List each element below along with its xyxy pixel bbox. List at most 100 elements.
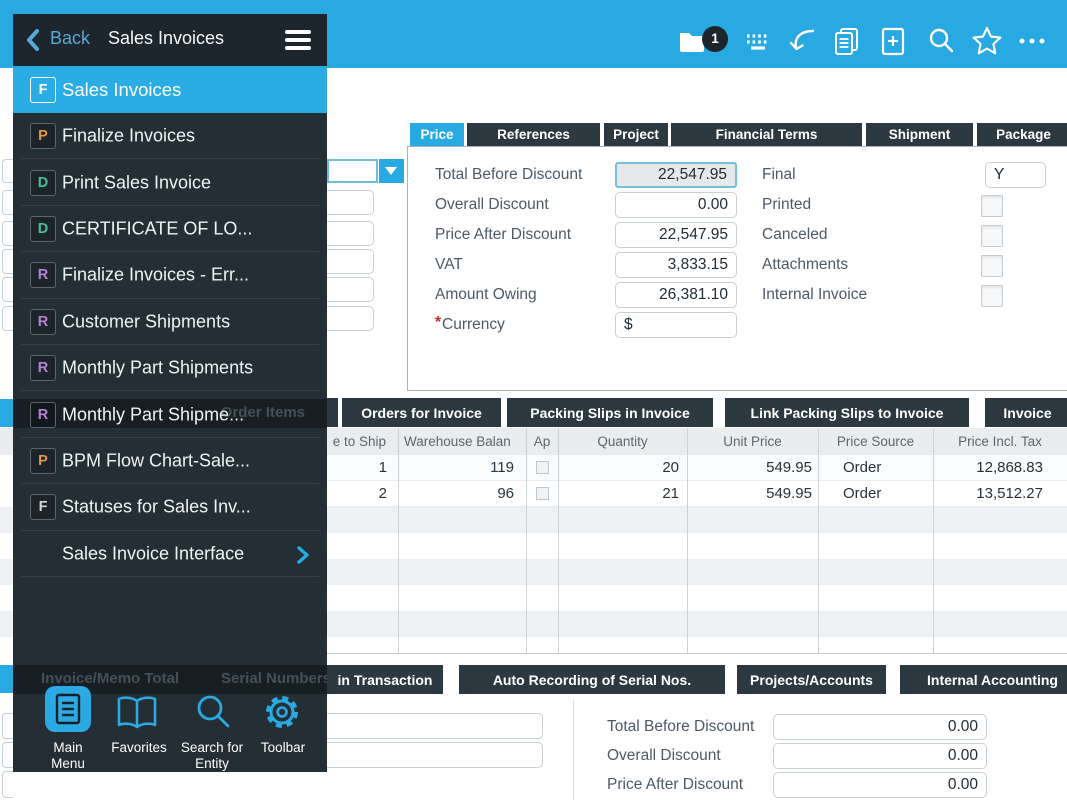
- cell: [526, 455, 558, 480]
- tab-shipment[interactable]: Shipment: [866, 123, 973, 146]
- menu-item-finalize-invoices[interactable]: PFinalize Invoices: [13, 113, 327, 159]
- flag-label: Internal Invoice: [762, 282, 867, 308]
- tab-projects-accounts[interactable]: Projects/Accounts: [737, 665, 886, 694]
- entity-type-badge: R: [30, 262, 56, 288]
- open-book-icon[interactable]: [116, 696, 158, 730]
- menu-item-active[interactable]: F Sales Invoices: [13, 68, 327, 113]
- field-label: Overall Discount: [607, 743, 721, 769]
- magnifier-icon[interactable]: [193, 692, 233, 732]
- field-input-price-after-discount[interactable]: 22,547.95: [615, 222, 737, 248]
- app-root: { "topbar": { "back_label": "Back", "tit…: [0, 0, 1067, 800]
- dock-label-main-menu[interactable]: Main Menu: [38, 740, 98, 772]
- checkbox-internal-invoice[interactable]: [981, 285, 1003, 307]
- field-input-overall-discount[interactable]: 0.00: [615, 192, 737, 218]
- column-separator: [398, 428, 399, 653]
- menu-item-sales-invoice-interface[interactable]: Sales Invoice Interface: [13, 531, 327, 577]
- tab-auto-recording-of-serial-nos[interactable]: Auto Recording of Serial Nos.: [459, 665, 725, 694]
- hidden-tab-sliver[interactable]: [327, 398, 338, 427]
- tab-link-packing-slips-to-invoice[interactable]: Link Packing Slips to Invoice: [725, 398, 969, 427]
- field-input-currency[interactable]: $: [615, 312, 737, 338]
- cell: 96: [398, 481, 526, 506]
- column-header-quantity[interactable]: Quantity: [558, 428, 687, 455]
- empty-row: [327, 585, 1067, 611]
- flag-label: Attachments: [762, 252, 848, 278]
- search-icon[interactable]: [925, 25, 957, 57]
- menu-item-monthly-part-shipments[interactable]: RMonthly Part Shipments: [13, 345, 327, 391]
- entity-type-badge: P: [30, 123, 56, 149]
- tab-internal-accounting[interactable]: Internal Accounting: [900, 665, 1067, 694]
- hamburger-menu-icon[interactable]: [285, 30, 311, 54]
- menu-item-print-sales-invoice[interactable]: DPrint Sales Invoice: [13, 159, 327, 205]
- column-separator: [818, 428, 819, 653]
- tab-price[interactable]: Price: [410, 123, 464, 146]
- row-checkbox[interactable]: [536, 461, 549, 474]
- dock-label-toolbar[interactable]: Toolbar: [248, 740, 318, 756]
- ghost-serial-numbers: Serial Numbers: [221, 670, 327, 687]
- section-divider: [573, 700, 574, 800]
- menu-item-customer-shipments[interactable]: RCustomer Shipments: [13, 299, 327, 345]
- tab-package[interactable]: Package: [977, 123, 1067, 146]
- checkbox-canceled[interactable]: [981, 225, 1003, 247]
- tab-project[interactable]: Project: [604, 123, 668, 146]
- copy-documents-icon[interactable]: [831, 25, 863, 57]
- menu-item-finalize-invoices-err[interactable]: RFinalize Invoices - Err...: [13, 252, 327, 298]
- clipped-row-stripe-fragment: [0, 507, 13, 533]
- checkbox-attachments[interactable]: [981, 255, 1003, 277]
- field-input-amount-owing[interactable]: 26,381.10: [615, 282, 737, 308]
- column-separator: [687, 428, 688, 653]
- back-chevron-icon[interactable]: [26, 29, 40, 51]
- undo-arrow-icon[interactable]: [787, 25, 819, 57]
- flag-input-final[interactable]: Y: [985, 162, 1046, 188]
- column-header-unit-price[interactable]: Unit Price: [687, 428, 818, 455]
- keyboard-icon[interactable]: [742, 25, 774, 57]
- side-menu: Order Items Invoice/Memo Total Serial Nu…: [13, 68, 327, 772]
- row-checkbox[interactable]: [536, 487, 549, 500]
- column-header-e-to-ship[interactable]: e to Ship: [327, 428, 398, 455]
- field-input-total-before-discount[interactable]: 22,547.95: [615, 162, 737, 188]
- menu-item-certificate-of-lo[interactable]: DCERTIFICATE OF LO...: [13, 206, 327, 252]
- lookup-field[interactable]: [327, 159, 378, 183]
- clipped-input[interactable]: [318, 713, 543, 739]
- back-button[interactable]: Back: [50, 28, 90, 49]
- tab-orders-for-invoice[interactable]: Orders for Invoice: [342, 398, 501, 427]
- clipped-table-header-fragment: [0, 428, 13, 455]
- menu-list-icon: [54, 693, 82, 725]
- field-label: *Currency: [435, 312, 505, 338]
- entity-type-badge: P: [30, 448, 56, 474]
- empty-row: [327, 637, 1067, 653]
- column-header-warehouse-balan[interactable]: Warehouse Balan: [398, 428, 526, 455]
- checkbox-printed[interactable]: [981, 195, 1003, 217]
- gear-icon[interactable]: [262, 692, 302, 732]
- entity-type-badge: R: [30, 355, 56, 381]
- field-input-overall-discount-bottom[interactable]: 0.00: [773, 743, 987, 769]
- new-document-icon[interactable]: [877, 25, 909, 57]
- menu-item-bpm-flow-chart-sale[interactable]: PBPM Flow Chart-Sale...: [13, 438, 327, 484]
- menu-item-label: Sales Invoices: [62, 79, 181, 101]
- tab-references[interactable]: References: [467, 123, 600, 146]
- clipped-field-fragment: [2, 771, 13, 798]
- dock-main-menu[interactable]: [45, 686, 91, 732]
- star-favorite-icon[interactable]: [971, 25, 1003, 57]
- tab-invoice[interactable]: Invoice: [985, 398, 1067, 427]
- menu-item-monthly-part-shipme[interactable]: RMonthly Part Shipme...: [13, 391, 327, 437]
- menu-item-statuses-for-sales-inv[interactable]: FStatuses for Sales Inv...: [13, 484, 327, 530]
- table-row[interactable]: 111920549.95Order12,868.83: [327, 455, 1067, 481]
- dock-label-favorites[interactable]: Favorites: [103, 740, 175, 756]
- tab-packing-slips-in-invoice[interactable]: Packing Slips in Invoice: [507, 398, 713, 427]
- table-row[interactable]: 29621549.95Order13,512.27: [327, 481, 1067, 507]
- column-header-ap[interactable]: Ap: [526, 428, 558, 455]
- tab-financial-terms[interactable]: Financial Terms: [671, 123, 862, 146]
- cell: 2: [327, 481, 398, 506]
- field-input-price-after-discount-bottom[interactable]: 0.00: [773, 772, 987, 798]
- field-input-total-before-discount-bottom[interactable]: 0.00: [773, 714, 987, 740]
- clipped-input[interactable]: [318, 742, 543, 768]
- field-input-vat[interactable]: 3,833.15: [615, 252, 737, 278]
- flag-label: Printed: [762, 192, 811, 218]
- column-header-price-incl-tax[interactable]: Price Incl. Tax: [933, 428, 1067, 455]
- dock-label-search-for-entity[interactable]: Search for Entity: [172, 740, 252, 772]
- tab-in-transaction[interactable]: in Transaction: [327, 665, 443, 694]
- column-separator: [933, 428, 934, 653]
- column-header-price-source[interactable]: Price Source: [818, 428, 933, 455]
- dropdown-button[interactable]: [379, 159, 404, 183]
- more-ellipsis-icon[interactable]: [1016, 25, 1048, 57]
